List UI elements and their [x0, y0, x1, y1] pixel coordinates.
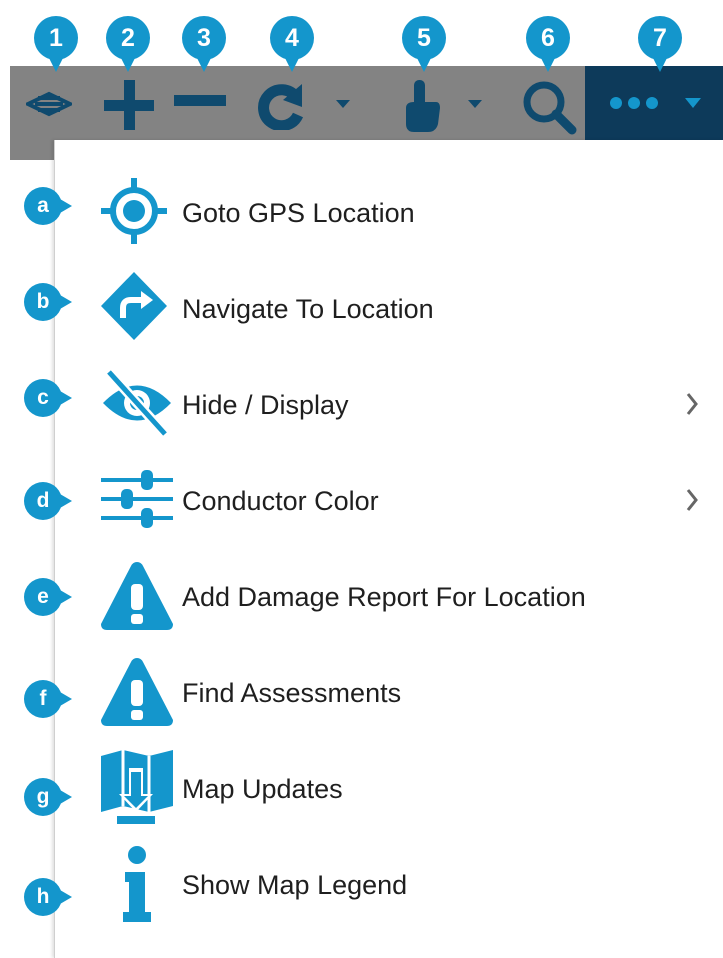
callout-7: 7 [638, 16, 682, 72]
info-icon [123, 846, 151, 922]
menu-item-label: Goto GPS Location [182, 198, 415, 228]
more-icon [610, 97, 658, 109]
more-tools-button[interactable] [585, 66, 723, 140]
gps-target-icon [101, 178, 167, 244]
menu-item-hide-display[interactable]: Hide / Display [55, 356, 723, 452]
chevron-right-icon [686, 489, 698, 511]
callout-e: e [24, 578, 72, 616]
callout-a: a [24, 187, 72, 225]
callout-3: 3 [182, 16, 226, 72]
callout-d: d [24, 482, 72, 520]
callout-4: 4 [270, 16, 314, 72]
callout-c: c [24, 379, 72, 417]
dropdown-arrow-icon [685, 98, 701, 108]
zoom-in-icon[interactable] [102, 78, 156, 132]
eye-slash-icon [103, 368, 171, 438]
menu-item-label: Navigate To Location [182, 294, 434, 324]
callout-5: 5 [402, 16, 446, 72]
callout-f: f [24, 680, 72, 718]
callout-b: b [24, 283, 72, 321]
callout-6: 6 [526, 16, 570, 72]
more-tools-menu: Goto GPS Location Navigate To Location H… [54, 140, 723, 958]
callout-2: 2 [106, 16, 150, 72]
warning-icon [101, 658, 173, 726]
menu-item-label: Find Assessments [182, 678, 402, 708]
menu-item-label: Hide / Display [182, 390, 349, 420]
search-icon[interactable] [520, 78, 578, 136]
menu-item-label: Add Damage Report For Location [182, 582, 586, 612]
menu-item-map-updates[interactable]: Map Updates [55, 740, 723, 836]
callout-h: h [24, 878, 72, 916]
menu-item-label: Conductor Color [182, 486, 379, 516]
menu-item-add-damage-report[interactable]: Add Damage Report For Location [55, 548, 723, 644]
menu-item-find-assessments[interactable]: Find Assessments [55, 644, 723, 740]
menu-item-goto-gps-location[interactable]: Goto GPS Location [55, 164, 723, 260]
warning-icon [101, 562, 173, 630]
navigate-arrow-icon [101, 272, 167, 340]
menu-item-navigate-to-location[interactable]: Navigate To Location [55, 260, 723, 356]
zoom-out-icon[interactable] [172, 93, 228, 109]
refresh-icon[interactable] [258, 80, 354, 130]
menu-item-label: Show Map Legend [182, 870, 408, 900]
callout-1: 1 [34, 16, 78, 72]
menu-item-label: Map Updates [182, 774, 343, 804]
chevron-right-icon [686, 393, 698, 415]
select-touch-icon[interactable] [402, 78, 488, 134]
callout-g: g [24, 778, 72, 816]
menu-item-conductor-color[interactable]: Conductor Color [55, 452, 723, 548]
sliders-icon [101, 470, 173, 528]
map-download-icon [101, 750, 173, 824]
layers-icon[interactable] [26, 82, 72, 126]
menu-item-show-map-legend[interactable]: Show Map Legend [55, 836, 723, 932]
